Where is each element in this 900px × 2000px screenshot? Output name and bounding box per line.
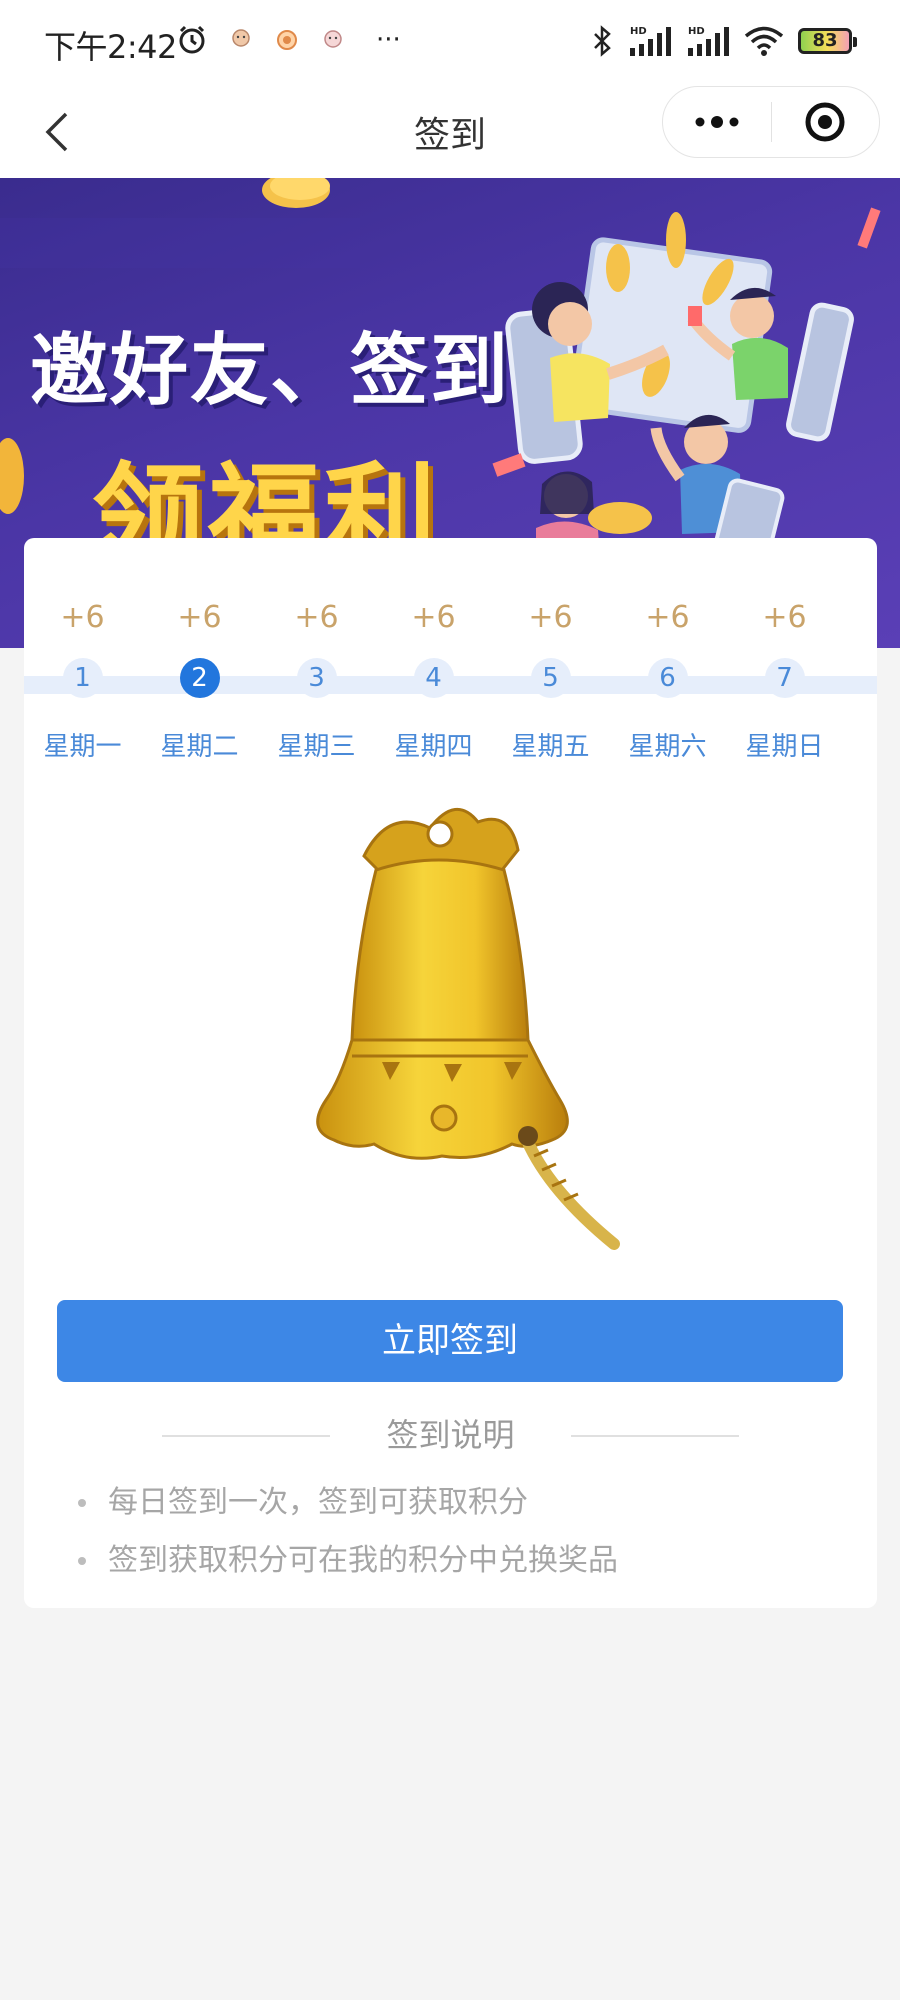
note-text: 签到获取积分可在我的积分中兑换奖品 bbox=[108, 1543, 618, 1578]
signal-hd-icon: HD bbox=[630, 26, 671, 56]
day-item-2: +6 2 星期二 bbox=[141, 598, 258, 763]
day-number: 1 bbox=[62, 658, 103, 698]
notification-icon bbox=[277, 30, 297, 50]
bell-icon bbox=[316, 807, 620, 1250]
signal-hd-icon: HD bbox=[688, 26, 729, 56]
day-points: +6 bbox=[294, 600, 339, 635]
day-number-current: 2 bbox=[179, 658, 220, 698]
notes-divider-left bbox=[162, 1435, 330, 1437]
signin-card: +6 1 星期一 +6 2 星期二 +6 3 星期三 +6 4 星期四 +6 5… bbox=[24, 538, 877, 1608]
svg-text:HD: HD bbox=[688, 26, 705, 37]
signin-button[interactable]: 立即签到 bbox=[57, 1300, 843, 1382]
bluetooth-icon bbox=[594, 25, 611, 57]
day-points: +6 bbox=[528, 600, 573, 635]
list-item: 签到获取积分可在我的积分中兑换奖品 bbox=[78, 1532, 838, 1590]
day-label: 星期一 bbox=[43, 732, 122, 762]
week-calendar: +6 1 星期一 +6 2 星期二 +6 3 星期三 +6 4 星期四 +6 5… bbox=[24, 598, 877, 762]
day-number: 6 bbox=[647, 658, 688, 698]
day-points: +6 bbox=[645, 600, 690, 635]
banner-headline: 邀好友、签到 bbox=[30, 326, 511, 416]
day-label: 星期日 bbox=[745, 732, 824, 762]
day-number: 5 bbox=[530, 658, 571, 698]
status-time: 下午2:42 bbox=[44, 28, 177, 66]
notes-header: 签到说明 bbox=[24, 1410, 877, 1460]
bullet-icon bbox=[78, 1557, 86, 1565]
battery-level: 83 bbox=[812, 30, 838, 51]
bullet-icon bbox=[78, 1499, 86, 1507]
day-label: 星期二 bbox=[160, 732, 239, 762]
notes-divider-right bbox=[571, 1435, 739, 1437]
alarm-icon bbox=[179, 25, 205, 54]
day-number: 4 bbox=[413, 658, 454, 698]
day-label: 星期三 bbox=[277, 732, 356, 762]
more-dots-icon bbox=[695, 116, 739, 128]
notification-icon bbox=[232, 29, 250, 47]
more-button[interactable] bbox=[663, 87, 771, 157]
day-label: 星期六 bbox=[628, 732, 707, 762]
more-indicator: ··· bbox=[376, 25, 401, 55]
notification-icon bbox=[324, 30, 342, 48]
close-button[interactable] bbox=[772, 87, 880, 157]
day-item-6: +6 6 星期六 bbox=[609, 598, 726, 763]
day-item-5: +6 5 星期五 bbox=[492, 598, 609, 763]
notes-title: 签到说明 bbox=[386, 1416, 515, 1454]
day-item-1: +6 1 星期一 bbox=[24, 598, 141, 763]
day-number: 7 bbox=[764, 658, 805, 698]
day-label: 星期四 bbox=[394, 732, 473, 762]
note-text: 每日签到一次，签到可获取积分 bbox=[108, 1485, 528, 1520]
battery-icon: 83 bbox=[798, 28, 857, 54]
nav-bar: 签到 bbox=[0, 86, 900, 178]
day-item-3: +6 3 星期三 bbox=[258, 598, 375, 763]
target-icon bbox=[805, 102, 845, 142]
day-number: 3 bbox=[296, 658, 337, 698]
svg-text:HD: HD bbox=[630, 26, 647, 37]
wifi-icon bbox=[744, 26, 784, 56]
day-label: 星期五 bbox=[511, 732, 590, 762]
capsule-menu bbox=[662, 86, 880, 158]
status-bar: 下午2:42 ··· HD HD 83 bbox=[0, 0, 900, 86]
list-item: 每日签到一次，签到可获取积分 bbox=[78, 1474, 838, 1532]
day-points: +6 bbox=[762, 600, 807, 635]
day-points: +6 bbox=[177, 600, 222, 635]
day-item-4: +6 4 星期四 bbox=[375, 598, 492, 763]
notes-list: 每日签到一次，签到可获取积分 签到获取积分可在我的积分中兑换奖品 bbox=[78, 1474, 838, 1590]
status-icons-right: HD HD 83 bbox=[590, 24, 857, 58]
day-points: +6 bbox=[411, 600, 456, 635]
day-points: +6 bbox=[60, 600, 105, 635]
day-item-7: +6 7 星期日 bbox=[726, 598, 843, 763]
status-icons-left: ··· bbox=[176, 24, 401, 56]
